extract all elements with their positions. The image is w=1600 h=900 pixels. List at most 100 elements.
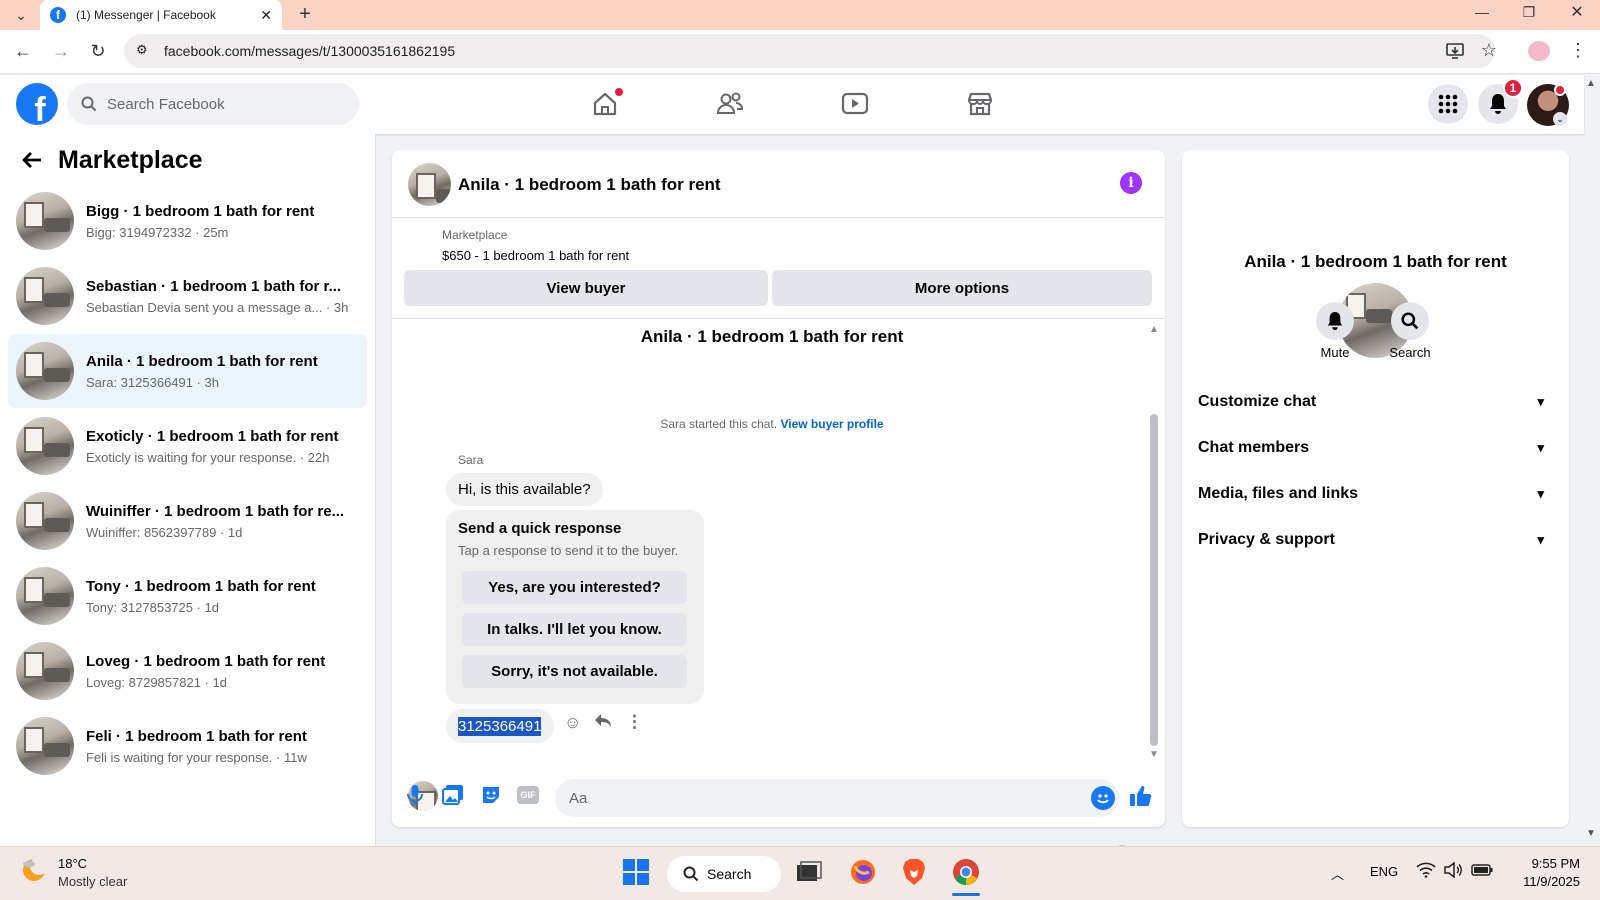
listing-thumbnail [16,417,74,475]
message-bubble[interactable]: Hi, is this available? [446,473,603,506]
photo-icon[interactable] [442,784,466,808]
chat-start-notice: Sara started this chat. View buyer profi… [392,417,1152,431]
input-language[interactable]: ENG [1370,864,1398,879]
conversation-preview: Tony: 3127853725 · 1d [86,599,219,615]
facebook-search[interactable] [67,83,359,125]
chat-header-avatar[interactable] [408,163,451,206]
bookmark-star-icon[interactable]: ☆ [1477,38,1501,62]
brave-icon[interactable] [894,852,934,892]
menu-grid-icon[interactable] [1428,84,1468,124]
composer-placeholder: Aa [569,789,588,807]
page-scroll-up-icon[interactable]: ▲ [1586,78,1596,89]
conversation-preview: Bigg: 3194972332 · 25m [86,224,229,240]
weather-moon-icon[interactable] [20,856,48,884]
reload-icon[interactable]: ↻ [85,38,111,64]
sticker-icon[interactable] [480,784,504,808]
view-buyer-button[interactable]: View buyer [404,270,768,306]
battery-icon[interactable] [1471,862,1495,880]
weather-temp: 18°C [58,856,88,871]
active-app-indicator [952,893,980,896]
tab-title: (1) Messenger | Facebook [76,8,216,22]
scroll-up-icon[interactable]: ▲ [1149,324,1159,335]
conversation-item[interactable]: Exoticly · 1 bedroom 1 bath for rent Exot… [8,409,367,483]
quick-response-button[interactable]: Sorry, it's not available. [462,655,687,688]
browser-tab[interactable]: f (1) Messenger | Facebook ✕ [40,0,282,30]
home-notification-dot [615,88,623,96]
more-options-button[interactable]: More options [772,270,1152,306]
conversation-item-active[interactable]: Anila · 1 bedroom 1 bath for rent Sara: 3… [8,334,367,408]
volume-icon[interactable] [1443,861,1465,880]
panel-title: Marketplace [58,146,203,174]
windows-start-icon[interactable] [616,852,656,892]
profile-avatar-icon[interactable] [1528,41,1550,61]
reply-icon[interactable] [594,713,614,733]
info-icon[interactable]: i [1120,172,1142,194]
clock-time[interactable]: 9:55 PM [1500,856,1580,871]
privacy-support-section[interactable]: Privacy & support ▾ [1198,521,1554,559]
like-thumbs-up-icon[interactable] [1129,784,1155,810]
more-actions-icon[interactable]: ⋮ [626,712,643,732]
section-label: Customize chat [1198,393,1317,410]
chat-start-text: Sara started this chat. [660,417,778,431]
message-bubble[interactable]: 3125366491 [446,709,554,743]
message-composer[interactable]: Aa [555,779,1119,817]
emoji-picker-icon[interactable] [1091,786,1115,810]
chat-scrollbar[interactable] [1150,414,1158,746]
microphone-icon[interactable] [404,784,428,808]
facebook-search-input[interactable] [107,95,327,113]
marketplace-icon[interactable] [960,84,1000,124]
install-app-icon[interactable] [1443,40,1467,62]
listing-thumbnail [16,567,74,625]
taskbar-search[interactable]: Search [667,856,781,892]
home-icon[interactable] [585,84,625,124]
quick-response-button[interactable]: Yes, are you interested? [462,571,687,604]
new-tab-icon[interactable]: + [292,2,318,26]
view-buyer-profile-link[interactable]: View buyer profile [780,417,883,431]
chat-members-section[interactable]: Chat members ▾ [1198,429,1554,467]
address-bar[interactable]: ⚙ facebook.com/messages/t/13000351618621… [124,34,1495,68]
firefox-icon[interactable] [843,852,883,892]
clock-date[interactable]: 11/9/2025 [1500,874,1580,889]
conversation-item[interactable]: Wuiniffer · 1 bedroom 1 bath for re... Wu… [8,484,367,558]
mute-bell-icon[interactable] [1316,302,1354,340]
close-window-icon[interactable]: ✕ [1565,0,1589,24]
facebook-logo[interactable]: f [16,83,58,125]
conversation-item[interactable]: Feli · 1 bedroom 1 bath for rent Feli is … [8,709,367,783]
close-tab-icon[interactable]: ✕ [260,7,272,24]
section-label: Privacy & support [1198,531,1335,548]
gif-icon[interactable]: GIF [517,786,539,804]
facebook-favicon-icon: f [50,7,66,23]
quick-response-button[interactable]: In talks. I'll let you know. [462,613,687,646]
conversation-item[interactable]: Tony · 1 bedroom 1 bath for rent Tony: 31… [8,559,367,633]
listing-thumbnail [16,717,74,775]
conversation-preview: Wuiniffer: 8562397789 · 1d [86,524,243,540]
react-emoji-icon[interactable]: ☺ [564,713,581,733]
back-icon[interactable]: ← [10,38,36,64]
wifi-icon[interactable] [1416,862,1438,880]
chrome-menu-icon[interactable]: ⋮ [1569,38,1587,62]
watch-icon[interactable] [835,84,875,124]
conversation-item[interactable]: Loveg · 1 bedroom 1 bath for rent Loveg: … [8,634,367,708]
conversation-item[interactable]: Bigg · 1 bedroom 1 bath for rent Bigg: 31… [8,184,367,258]
scroll-down-icon[interactable]: ▼ [1149,749,1159,760]
quick-response-subtitle: Tap a response to send it to the buyer. [458,543,679,558]
minimize-icon[interactable]: — [1470,0,1494,24]
chat-title[interactable]: Anila · 1 bedroom 1 bath for rent [458,175,721,195]
customize-chat-section[interactable]: Customize chat ▾ [1198,383,1554,421]
listing-price[interactable]: $650 - 1 bedroom 1 bath for rent [442,248,629,263]
task-view-icon[interactable] [789,852,829,892]
friends-icon[interactable] [710,84,750,124]
restore-icon[interactable]: ❐ [1517,0,1541,24]
tray-overflow-icon[interactable]: ︿ [1331,864,1344,883]
conversation-item[interactable]: Sebastian · 1 bedroom 1 bath for r... Seb… [8,259,367,333]
site-info-icon[interactable]: ⚙ [136,42,148,58]
back-arrow-icon[interactable] [20,148,46,174]
search-icon[interactable] [1391,302,1429,340]
media-files-links-section[interactable]: Media, files and links ▾ [1198,475,1554,513]
page-scroll-down-icon[interactable]: ▼ [1586,828,1596,839]
forward-icon[interactable]: → [48,38,74,64]
chevron-down-icon: ▾ [1537,394,1544,409]
chrome-icon[interactable] [946,852,986,892]
account-chevron-icon[interactable]: ⌄ [1553,112,1567,126]
tab-search-icon[interactable]: ⌄ [10,6,32,24]
